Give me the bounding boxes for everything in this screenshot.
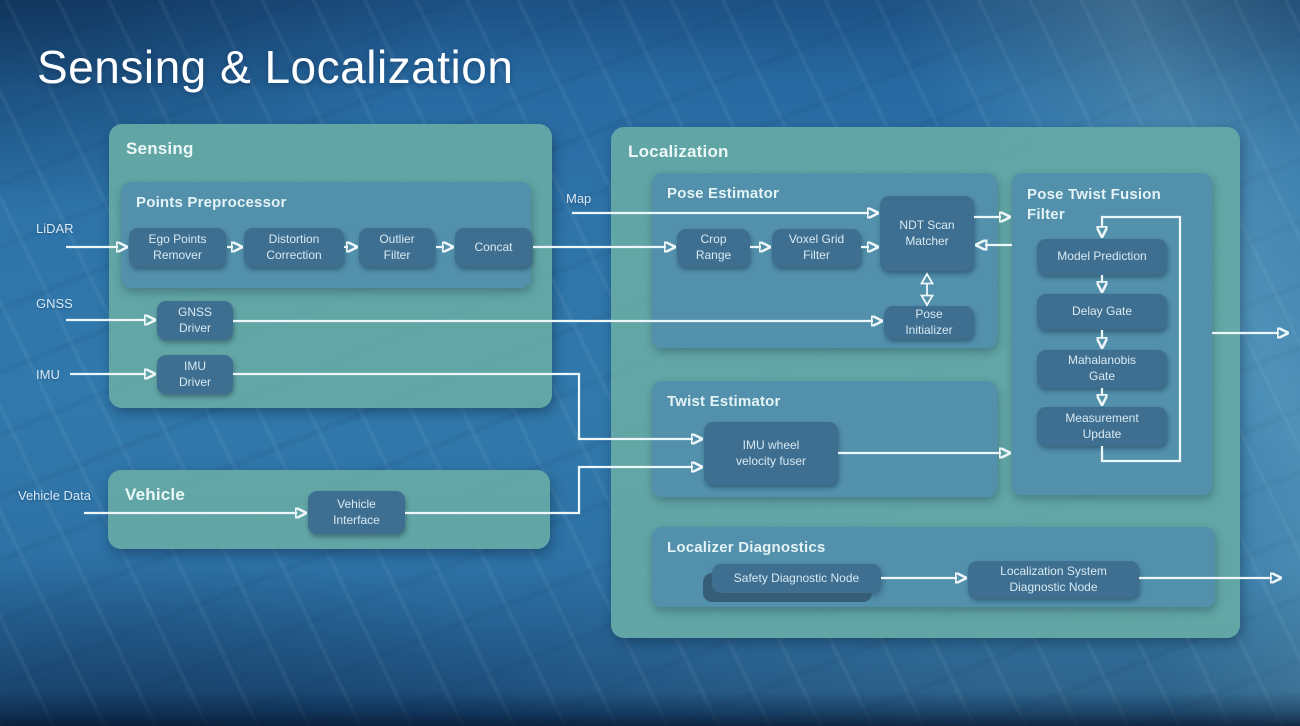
panel-vehicle-title: Vehicle	[125, 485, 185, 504]
block-measurement-update: Measurement Update	[1037, 407, 1167, 446]
subpanel-twist-estimator: Twist Estimator IMU wheel velocity fuser	[652, 381, 997, 497]
subpanel-pose-twist-fusion-filter-title: Pose Twist Fusion Filter	[1027, 186, 1161, 224]
panel-localization: Localization Pose Estimator Crop Range V…	[611, 127, 1240, 638]
subpanel-pose-estimator: Pose Estimator Crop Range Voxel Grid Fil…	[652, 173, 997, 348]
block-imu-driver: IMU Driver	[157, 355, 233, 394]
input-label-map: Map	[566, 191, 592, 206]
panel-sensing: Sensing Points Preprocessor Ego Points R…	[109, 124, 552, 408]
block-safety-diagnostic-node: Safety Diagnostic Node	[712, 564, 881, 593]
input-label-imu: IMU	[36, 367, 60, 382]
block-model-prediction: Model Prediction	[1037, 239, 1167, 275]
block-concat: Concat	[455, 228, 532, 267]
block-ndt-scan-matcher: NDT Scan Matcher	[880, 196, 974, 271]
block-vehicle-interface: Vehicle Interface	[308, 491, 405, 534]
block-delay-gate: Delay Gate	[1037, 294, 1167, 330]
input-label-lidar: LiDAR	[36, 221, 74, 236]
slide-sensing-localization: Sensing & Localization Sensing Points Pr…	[0, 0, 1300, 726]
panel-sensing-title: Sensing	[126, 139, 194, 158]
panel-localization-title: Localization	[628, 142, 729, 161]
input-label-gnss: GNSS	[36, 296, 73, 311]
block-ego-points-remover: Ego Points Remover	[129, 228, 226, 267]
subpanel-points-preprocessor: Points Preprocessor Ego Points Remover D…	[121, 182, 532, 288]
block-imu-wheel-velocity-fuser: IMU wheel velocity fuser	[704, 422, 838, 485]
subpanel-localizer-diagnostics: Localizer Diagnostics Safety Diagnostic …	[652, 527, 1215, 607]
block-localization-system-diagnostic-node: Localization System Diagnostic Node	[968, 561, 1139, 598]
block-gnss-driver: GNSS Driver	[157, 301, 233, 340]
subpanel-pose-estimator-title: Pose Estimator	[667, 185, 780, 202]
block-pose-initializer: Pose Initializer	[884, 306, 974, 339]
subpanel-points-preprocessor-title: Points Preprocessor	[136, 194, 287, 211]
block-outlier-filter: Outlier Filter	[359, 228, 435, 267]
subpanel-twist-estimator-title: Twist Estimator	[667, 393, 781, 410]
subpanel-pose-twist-fusion-filter: Pose Twist Fusion Filter Model Predictio…	[1012, 173, 1212, 495]
subpanel-localizer-diagnostics-title: Localizer Diagnostics	[667, 539, 826, 556]
background-bottom-band	[0, 692, 1300, 726]
page-title: Sensing & Localization	[37, 41, 514, 93]
block-mahalanobis-gate: Mahalanobis Gate	[1037, 350, 1167, 388]
block-distortion-correction: Distortion Correction	[244, 228, 344, 267]
input-label-vehicle-data: Vehicle Data	[18, 488, 91, 503]
block-voxel-grid-filter: Voxel Grid Filter	[772, 229, 861, 267]
panel-vehicle: Vehicle Vehicle Interface	[108, 470, 550, 549]
block-crop-range: Crop Range	[677, 229, 750, 267]
